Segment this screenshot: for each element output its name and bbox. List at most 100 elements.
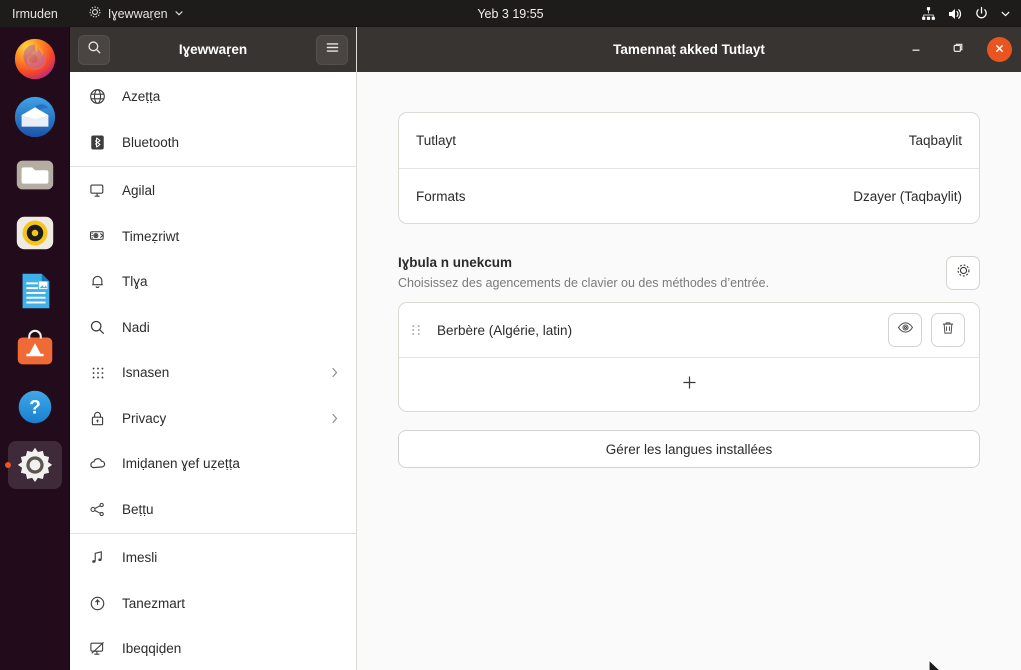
chevron-right-icon xyxy=(329,412,340,425)
dock-item-libreoffice[interactable] xyxy=(8,267,62,315)
activities-button[interactable]: Irmuden xyxy=(12,7,58,21)
sidebar-item-imesli[interactable]: Imesli xyxy=(70,535,356,581)
dock-item-firefox[interactable] xyxy=(8,35,62,83)
chevron-right-icon xyxy=(329,366,340,379)
settings-window: Iɣewwaṛen Azeṭṭa Bluetooth Agilal Timeẓr… xyxy=(70,27,1021,670)
input-options-gear-icon xyxy=(955,262,972,284)
sidebar-item-label: Beṭṭu xyxy=(122,501,154,517)
window-controls xyxy=(903,37,1012,63)
sidebar-item-label: Azeṭṭa xyxy=(122,89,161,105)
power-circle-icon xyxy=(88,594,107,613)
row-label: Tutlayt xyxy=(416,133,457,148)
sidebar-item-online-accounts[interactable]: Imiḍanen ɣef uẓeṭṭa xyxy=(70,441,356,487)
input-sources-header: Iɣbula n unekcum Choisissez des agenceme… xyxy=(398,255,980,290)
drag-handle-icon[interactable] xyxy=(411,323,421,337)
sidebar-item-agilal[interactable]: Agilal xyxy=(70,168,356,214)
svg-text:?: ? xyxy=(29,398,41,419)
plus-icon xyxy=(681,374,698,396)
section-title: Iɣbula n unekcum xyxy=(398,255,513,270)
chevron-down-icon[interactable] xyxy=(1000,8,1011,19)
search-button[interactable] xyxy=(78,34,110,65)
help-icon: ? xyxy=(18,390,52,424)
app-menu-label: Iɣewwaṛen xyxy=(107,6,168,21)
sidebar-menu-button[interactable] xyxy=(316,34,348,65)
window-titlebar: Tamennaṭ akked Tutlayt xyxy=(357,27,1021,72)
thunderbird-icon xyxy=(14,96,56,138)
bell-icon xyxy=(88,272,107,291)
minimize-button[interactable] xyxy=(903,37,929,63)
remove-input-source-button[interactable] xyxy=(931,313,965,347)
sidebar: Iɣewwaṛen Azeṭṭa Bluetooth Agilal Timeẓr… xyxy=(70,27,357,670)
language-card: Tutlayt Taqbaylit Formats Dzayer (Taqbay… xyxy=(398,112,980,224)
gear-icon xyxy=(88,5,102,22)
sidebar-item-label: Tlɣa xyxy=(122,274,148,290)
manage-installed-languages-button[interactable]: Gérer les langues installées xyxy=(398,430,980,468)
lock-icon xyxy=(88,409,107,428)
sidebar-title: Iɣewwaṛen xyxy=(178,42,248,57)
input-options-button[interactable] xyxy=(946,256,980,290)
sidebar-item-tlga[interactable]: Tlɣa xyxy=(70,259,356,305)
share-icon xyxy=(88,500,107,519)
maximize-button[interactable] xyxy=(945,37,971,63)
dock-item-thunderbird[interactable] xyxy=(8,93,62,141)
row-value: Taqbaylit xyxy=(908,133,962,148)
add-input-source-button[interactable] xyxy=(399,357,979,411)
status-indicators[interactable] xyxy=(921,6,1011,22)
screen-icon xyxy=(88,639,107,658)
dock-item-rhythmbox[interactable] xyxy=(8,209,62,257)
dock-item-help[interactable]: ? xyxy=(8,383,62,431)
dock-item-files[interactable] xyxy=(8,151,62,199)
sidebar-item-isnasen[interactable]: Isnasen xyxy=(70,350,356,396)
input-source-row[interactable]: Berbère (Algérie, latin) xyxy=(399,303,979,357)
settings-content: Tutlayt Taqbaylit Formats Dzayer (Taqbay… xyxy=(357,72,1021,468)
trash-icon xyxy=(940,320,956,341)
close-button[interactable] xyxy=(987,37,1012,62)
mouse-cursor xyxy=(928,659,944,670)
input-source-name: Berbère (Algérie, latin) xyxy=(437,322,573,338)
sidebar-item-label: Timeẓriwt xyxy=(122,228,180,244)
row-language[interactable]: Tutlayt Taqbaylit xyxy=(399,113,979,168)
sidebar-item-label: Imiḍanen ɣef uẓeṭṭa xyxy=(122,456,240,472)
input-sources-card: Berbère (Algérie, latin) xyxy=(398,302,980,412)
sidebar-item-tanezmart[interactable]: Tanezmart xyxy=(70,581,356,627)
sidebar-item-label: Bluetooth xyxy=(122,134,180,150)
files-icon xyxy=(16,160,54,190)
row-formats[interactable]: Formats Dzayer (Taqbaylit) xyxy=(399,168,979,223)
music-note-icon xyxy=(88,548,107,567)
sidebar-item-bluetooth[interactable]: Bluetooth xyxy=(70,120,356,166)
sidebar-item-label: Tanezmart xyxy=(122,595,186,611)
bluetooth-icon xyxy=(88,133,107,152)
volume-icon[interactable] xyxy=(947,6,963,22)
app-menu-button[interactable]: Iɣewwaṛen xyxy=(88,5,184,22)
sidebar-header: Iɣewwaṛen xyxy=(70,27,356,72)
sidebar-item-label: Isnasen xyxy=(122,365,170,381)
close-icon xyxy=(994,41,1005,59)
sidebar-item-label: Privacy xyxy=(122,410,167,426)
accessibility-icon xyxy=(88,227,107,246)
dock-item-ubuntu-software[interactable] xyxy=(8,325,62,373)
libreoffice-icon xyxy=(22,273,50,309)
preview-layout-button[interactable] xyxy=(888,313,922,347)
firefox-icon xyxy=(14,38,56,80)
sidebar-item-list: Azeṭṭa Bluetooth Agilal Timeẓriwt Tlɣa N… xyxy=(70,72,356,670)
sidebar-item-label: Agilal xyxy=(122,183,156,199)
network-icon[interactable] xyxy=(921,6,936,21)
input-source-actions xyxy=(888,313,965,347)
settings-gear-icon xyxy=(17,447,53,483)
dock: ? xyxy=(0,27,70,670)
ubuntu-software-icon xyxy=(17,329,53,365)
sidebar-item-label: Ibeqqiḍen xyxy=(122,641,182,657)
rhythmbox-icon xyxy=(16,216,54,250)
search-icon xyxy=(87,40,102,60)
minimize-icon xyxy=(910,41,922,59)
section-subtitle: Choisissez des agencements de clavier ou… xyxy=(398,276,770,290)
sidebar-item-nadi[interactable]: Nadi xyxy=(70,305,356,351)
sidebar-item-privacy[interactable]: Privacy xyxy=(70,396,356,442)
power-icon[interactable] xyxy=(974,6,989,21)
sidebar-item-timezriwt[interactable]: Timeẓriwt xyxy=(70,214,356,260)
sidebar-item-azetta[interactable]: Azeṭṭa xyxy=(70,74,356,120)
sidebar-item-ibeqqiden[interactable]: Ibeqqiḍen xyxy=(70,626,356,670)
sidebar-item-bettu[interactable]: Beṭṭu xyxy=(70,487,356,533)
dock-item-settings[interactable] xyxy=(8,441,62,489)
sidebar-separator xyxy=(70,533,356,534)
